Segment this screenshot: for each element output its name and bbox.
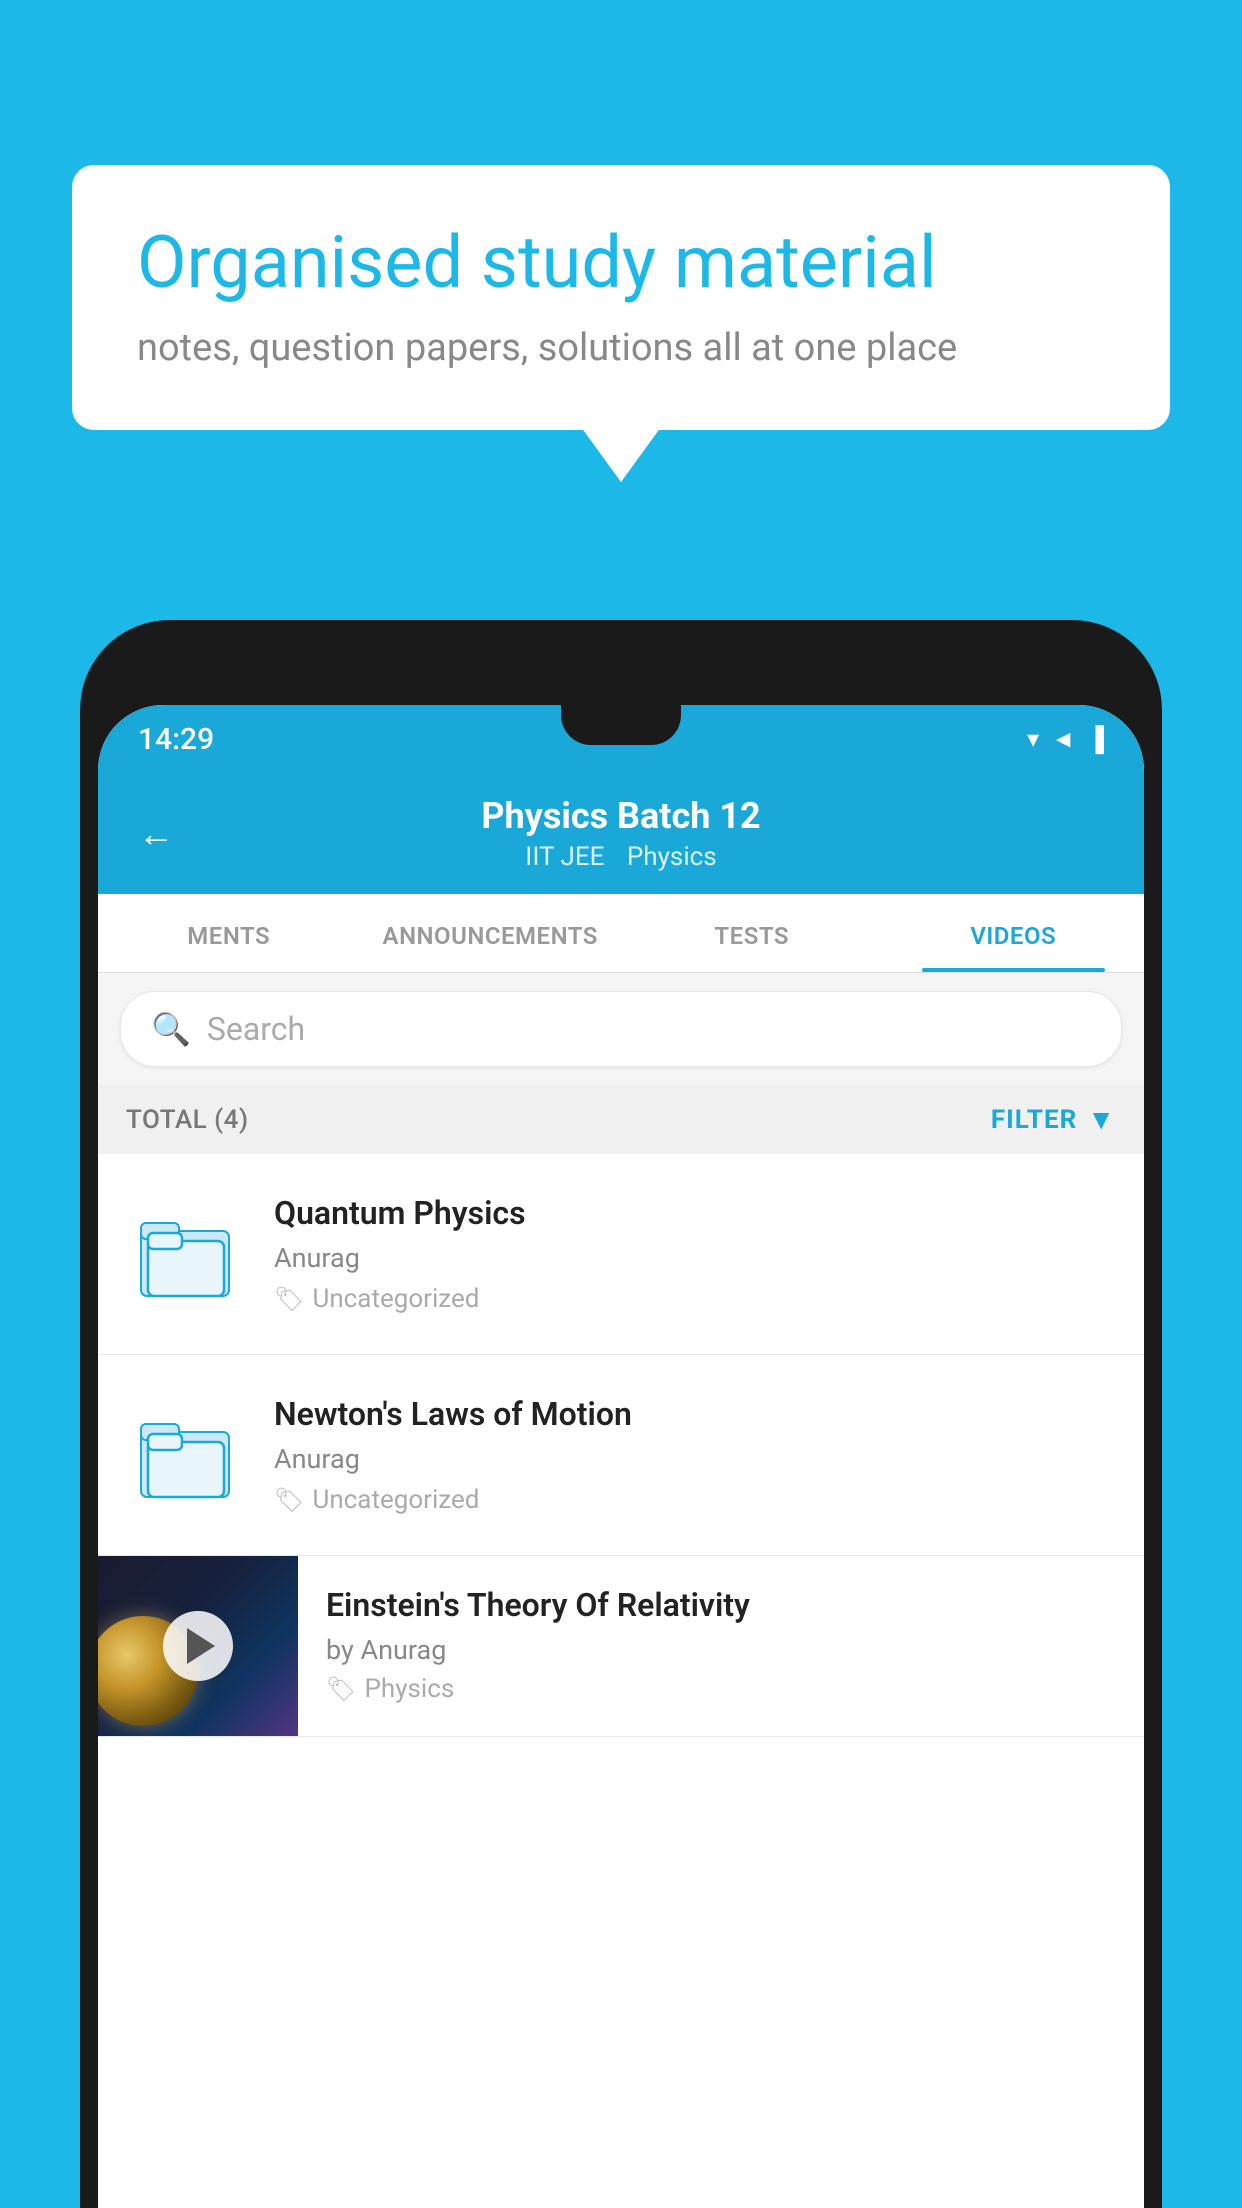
list-item[interactable]: Quantum Physics Anurag 🏷 Uncategorized: [98, 1154, 1144, 1355]
tab-announcements[interactable]: ANNOUNCEMENTS: [360, 894, 622, 972]
status-time: 14:29: [138, 722, 214, 757]
search-icon: 🔍: [151, 1010, 191, 1048]
phone-screen: 14:29 ▾ ◄ ▐ ← Physics Batch 12 IIT JEE P…: [98, 705, 1144, 2208]
item-author: by Anurag: [326, 1634, 1116, 1666]
subtitle-physics: Physics: [627, 842, 717, 872]
item-author: Anurag: [274, 1242, 1116, 1274]
author-label: by Anurag: [326, 1634, 446, 1666]
tag-label: Uncategorized: [312, 1485, 479, 1515]
phone-frame: 14:29 ▾ ◄ ▐ ← Physics Batch 12 IIT JEE P…: [80, 620, 1162, 2208]
tab-tests[interactable]: TESTS: [621, 894, 883, 972]
filter-icon: ▼: [1087, 1103, 1116, 1136]
bubble-title: Organised study material: [137, 220, 1105, 306]
video-list: Quantum Physics Anurag 🏷 Uncategorized: [98, 1154, 1144, 1737]
signal-icon: ◄: [1051, 725, 1075, 754]
list-item[interactable]: Einstein's Theory Of Relativity by Anura…: [98, 1556, 1144, 1737]
list-item[interactable]: Newton's Laws of Motion Anurag 🏷 Uncateg…: [98, 1355, 1144, 1556]
item-thumbnail: [126, 1194, 246, 1314]
item-info: Newton's Laws of Motion Anurag 🏷 Uncateg…: [274, 1395, 1116, 1515]
total-count: TOTAL (4): [126, 1105, 249, 1135]
item-title: Quantum Physics: [274, 1194, 1116, 1232]
tab-bar: MENTS ANNOUNCEMENTS TESTS VIDEOS: [98, 894, 1144, 973]
status-icons: ▾ ◄ ▐: [1027, 725, 1104, 754]
batch-title: Physics Batch 12: [138, 795, 1104, 837]
tab-ments[interactable]: MENTS: [98, 894, 360, 972]
back-button[interactable]: ←: [138, 813, 174, 855]
wifi-icon: ▾: [1027, 725, 1039, 753]
tab-videos[interactable]: VIDEOS: [883, 894, 1145, 972]
folder-icon: [136, 1410, 236, 1500]
subtitle-iit: IIT JEE: [525, 842, 604, 872]
item-thumbnail: [126, 1395, 246, 1515]
filter-button[interactable]: FILTER ▼: [991, 1103, 1116, 1136]
speech-bubble: Organised study material notes, question…: [72, 165, 1170, 430]
item-title: Newton's Laws of Motion: [274, 1395, 1116, 1433]
tag-icon: 🏷: [326, 1675, 356, 1703]
item-info: Einstein's Theory Of Relativity by Anura…: [298, 1556, 1144, 1734]
item-author: Anurag: [274, 1443, 1116, 1475]
bubble-subtitle: notes, question papers, solutions all at…: [137, 326, 1105, 370]
item-info: Quantum Physics Anurag 🏷 Uncategorized: [274, 1194, 1116, 1314]
item-tag: 🏷 Physics: [326, 1674, 1116, 1704]
item-title: Einstein's Theory Of Relativity: [326, 1586, 1116, 1624]
search-bar[interactable]: 🔍 Search: [120, 991, 1122, 1067]
app-header: ← Physics Batch 12 IIT JEE Physics: [98, 773, 1144, 894]
play-icon: [187, 1628, 215, 1664]
tag-label: Uncategorized: [312, 1284, 479, 1314]
search-container: 🔍 Search: [98, 973, 1144, 1085]
battery-icon: ▐: [1087, 725, 1104, 754]
video-thumbnail: [98, 1556, 298, 1736]
tag-icon: 🏷: [274, 1285, 304, 1313]
item-tag: 🏷 Uncategorized: [274, 1284, 1116, 1314]
folder-icon: [136, 1209, 236, 1299]
batch-subtitle: IIT JEE Physics: [138, 842, 1104, 872]
tag-label: Physics: [364, 1674, 454, 1704]
item-tag: 🏷 Uncategorized: [274, 1485, 1116, 1515]
filter-bar: TOTAL (4) FILTER ▼: [98, 1085, 1144, 1154]
filter-label: FILTER: [991, 1105, 1077, 1135]
search-placeholder: Search: [207, 1010, 305, 1048]
tag-icon: 🏷: [274, 1486, 304, 1514]
play-button[interactable]: [163, 1611, 233, 1681]
phone-notch: [561, 705, 681, 745]
